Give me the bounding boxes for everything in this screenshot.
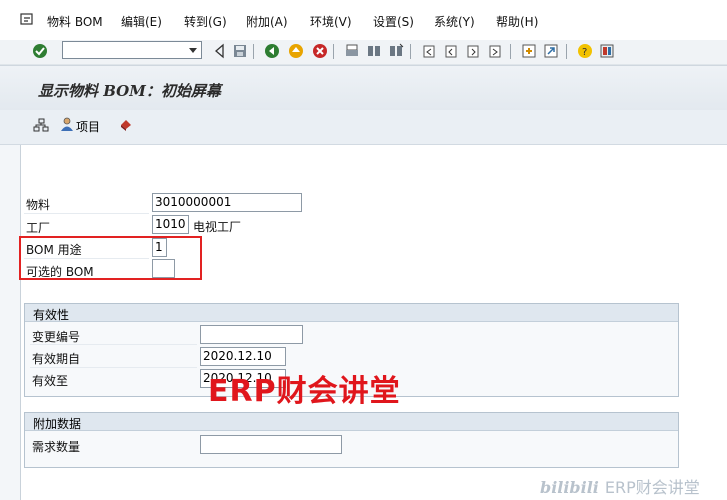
prev-page-icon[interactable] xyxy=(443,43,459,59)
enter-icon[interactable] xyxy=(32,43,48,59)
first-page-icon[interactable] xyxy=(421,43,437,59)
plant-description: 电视工厂 xyxy=(193,220,242,234)
change-number-input[interactable] xyxy=(200,325,303,344)
additional-data-group-title: 附加数据 xyxy=(33,417,82,431)
menu-goto[interactable]: 转到(G) xyxy=(184,13,227,30)
menu-help[interactable]: 帮助(H) xyxy=(496,13,538,30)
menu-icon[interactable] xyxy=(20,12,34,26)
save-icon[interactable] xyxy=(232,43,248,59)
menu-settings[interactable]: 设置(S) xyxy=(373,13,414,30)
highlight-box xyxy=(19,236,202,280)
menu-environment[interactable]: 环境(V) xyxy=(310,13,352,30)
menu-bar: 物料 BOM 编辑(E) 转到(G) 附加(A) 环境(V) 设置(S) 系统(… xyxy=(0,0,727,40)
next-page-icon[interactable] xyxy=(465,43,481,59)
back-nav-icon[interactable] xyxy=(212,43,228,59)
plant-input[interactable]: 1010 xyxy=(152,215,189,234)
additional-data-group: 附加数据 xyxy=(24,412,679,468)
required-quantity-input[interactable] xyxy=(200,435,342,454)
change-number-label: 变更编号 xyxy=(32,330,81,344)
item-button-label[interactable]: 项目 xyxy=(76,118,100,135)
print-icon[interactable] xyxy=(344,43,360,59)
layout-icon[interactable] xyxy=(599,43,615,59)
brand-watermark: bilibili ERP财会讲堂 xyxy=(540,474,700,498)
shortcut-icon[interactable] xyxy=(543,43,559,59)
command-field[interactable] xyxy=(62,41,202,59)
page-title: 显示物料 BOM：初始屏幕 xyxy=(38,82,221,100)
valid-from-input[interactable]: 2020.12.10 xyxy=(200,347,286,366)
create-session-icon[interactable] xyxy=(521,43,537,59)
hierarchy-icon[interactable] xyxy=(33,117,49,133)
chevron-down-icon[interactable] xyxy=(186,42,200,58)
bilibili-logo: bilibili xyxy=(540,478,599,497)
valid-from-label: 有效期自 xyxy=(32,352,81,366)
valid-to-label: 有效至 xyxy=(32,374,69,388)
eraser-icon[interactable] xyxy=(118,116,134,132)
person-icon[interactable] xyxy=(59,116,75,132)
find-icon[interactable] xyxy=(366,43,382,59)
back-icon[interactable] xyxy=(264,43,280,59)
watermark-text: ERP财会讲堂 xyxy=(208,374,401,409)
menu-edit[interactable]: 编辑(E) xyxy=(121,13,162,30)
application-toolbar: 项目 xyxy=(0,110,727,145)
required-quantity-label: 需求数量 xyxy=(32,440,81,454)
find-next-icon[interactable] xyxy=(388,43,404,59)
menu-extras[interactable]: 附加(A) xyxy=(246,13,288,30)
material-input[interactable]: 3010000001 xyxy=(152,193,302,212)
svg-text:?: ? xyxy=(582,47,587,58)
validity-group-title: 有效性 xyxy=(33,308,70,322)
menu-system[interactable]: 系统(Y) xyxy=(434,13,475,30)
brand-text: ERP财会讲堂 xyxy=(604,478,700,497)
plant-label: 工厂 xyxy=(26,221,51,235)
exit-icon[interactable] xyxy=(288,43,304,59)
menu-material-bom[interactable]: 物料 BOM xyxy=(47,13,103,30)
last-page-icon[interactable] xyxy=(487,43,503,59)
help-icon[interactable]: ? xyxy=(577,43,593,59)
material-label: 物料 xyxy=(26,198,51,212)
cancel-icon[interactable] xyxy=(312,43,328,59)
